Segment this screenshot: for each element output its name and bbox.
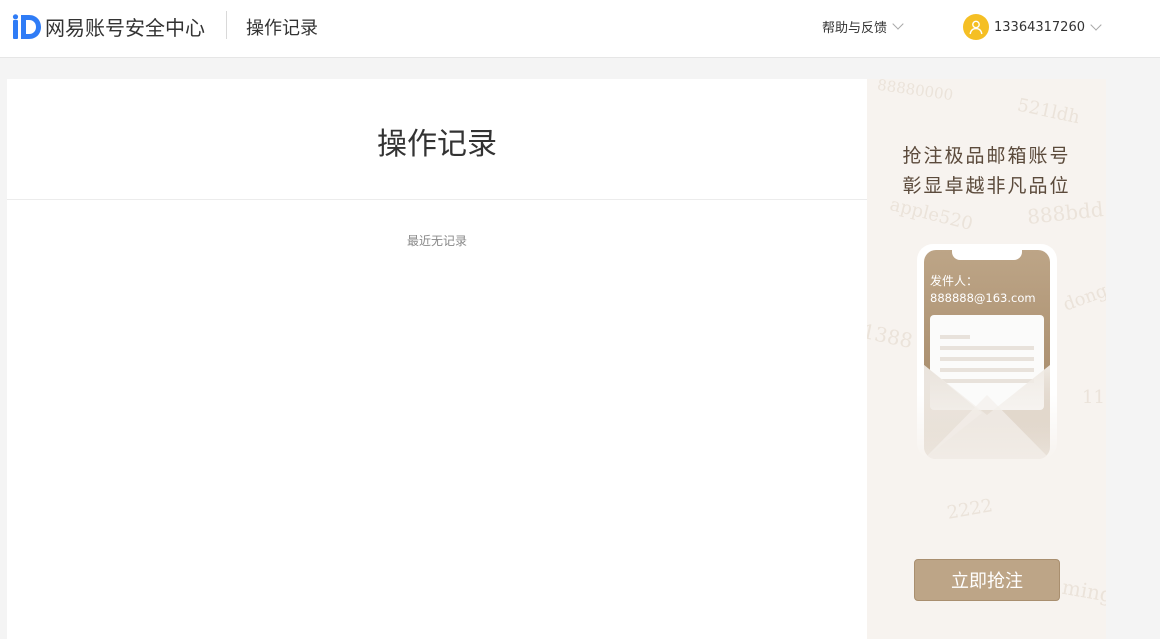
promo-headline-2: 彰显卓越非凡品位: [902, 175, 1071, 197]
page-title: 操作记录: [377, 127, 497, 162]
chevron-down-icon: [892, 18, 904, 30]
register-now-button[interactable]: 立即抢注: [914, 559, 1060, 601]
sender-email: 888888@163.com: [930, 291, 1036, 305]
header-divider: [226, 11, 227, 39]
promo-headline-1: 抢注极品邮箱账号: [902, 145, 1071, 167]
envelope-icon: [924, 365, 1050, 459]
watermark-text: 88880000: [876, 79, 955, 105]
help-feedback-label: 帮助与反馈: [822, 21, 888, 36]
watermark-text: 521ldh: [1015, 94, 1082, 129]
operation-records-card: 操作记录 最近无记录: [7, 79, 867, 639]
sender-label: 发件人：: [930, 274, 979, 288]
netease-id-logo-icon: [12, 13, 42, 40]
watermark-text: 1388: [867, 318, 915, 354]
header-page-name: 操作记录: [246, 18, 318, 39]
phone-screen: 发件人： 888888@163.com: [924, 250, 1050, 459]
user-icon: [963, 14, 989, 40]
top-header: 网易账号安全中心 操作记录 帮助与反馈 13364317260: [0, 0, 1160, 58]
user-phone: 13364317260: [994, 19, 1085, 35]
empty-records-text: 最近无记录: [406, 234, 467, 248]
watermark-text: apple520: [887, 194, 975, 235]
watermark-text: 2222: [945, 495, 995, 524]
user-menu[interactable]: 13364317260: [963, 14, 1102, 40]
watermark-text: ming: [1060, 574, 1106, 608]
watermark-text: dongse: [1060, 273, 1106, 316]
watermark-text: 1111: [1082, 387, 1106, 408]
help-feedback-menu[interactable]: 帮助与反馈: [822, 17, 904, 36]
watermark-text: 888bdd: [1025, 197, 1105, 229]
phone-notch: [952, 250, 1022, 260]
chevron-down-icon: [1090, 18, 1102, 31]
email-promo-banner[interactable]: 88880000 521ldh apple520 888bdd dongse 1…: [867, 79, 1106, 639]
logo-text: 网易账号安全中心: [45, 16, 205, 40]
title-divider: [7, 199, 867, 200]
logo-link[interactable]: 网易账号安全中心: [12, 12, 205, 41]
phone-illustration: 发件人： 888888@163.com: [917, 244, 1057, 459]
